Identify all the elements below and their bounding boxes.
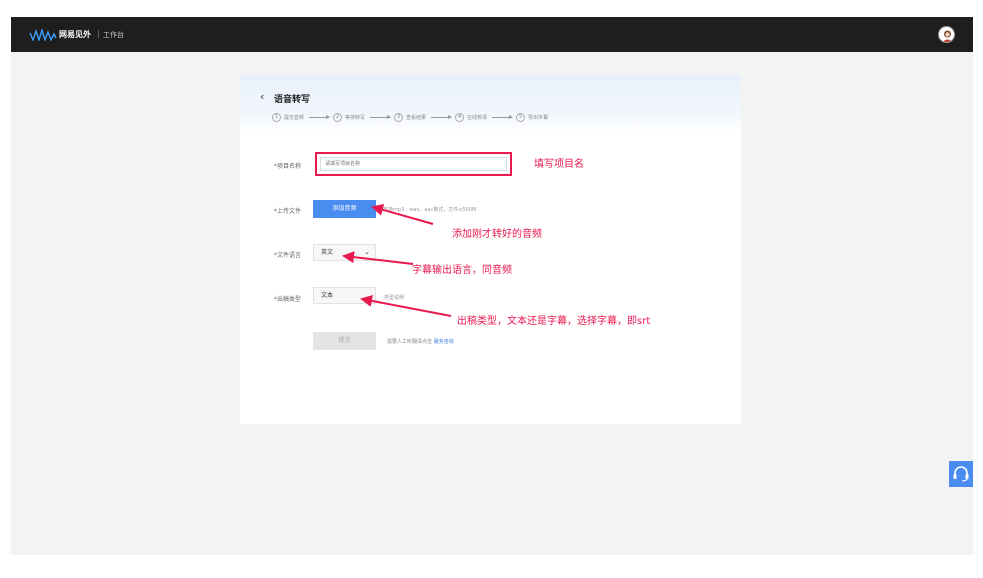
service-consult-link[interactable]: 服务咨询 xyxy=(434,339,454,345)
step-label: 查看结果 xyxy=(406,114,427,121)
page-title: 语音转写 xyxy=(274,95,311,105)
upload-file-label: *上传文件 xyxy=(274,208,302,215)
user-avatar[interactable] xyxy=(938,26,955,43)
project-name-label: *项目名称 xyxy=(274,163,302,170)
headset-icon xyxy=(953,466,969,482)
step-arrow-icon xyxy=(309,114,331,119)
top-bar: 网易见外 | 工作台 xyxy=(11,17,973,52)
type-description: 类型说明 xyxy=(384,295,405,301)
step-arrow-icon xyxy=(431,114,453,119)
submit-button[interactable]: 提交 xyxy=(313,332,376,350)
annotation-project: 填写项目名 xyxy=(534,159,584,170)
brand-separator: | xyxy=(97,29,100,38)
avatar-icon xyxy=(942,30,953,42)
file-language-label: *文件语言 xyxy=(274,252,302,259)
step-label: 导出字幕 xyxy=(528,114,549,121)
step-number: 4 xyxy=(455,112,465,122)
step-arrow-icon xyxy=(492,114,514,119)
output-type-label: *出稿类型 xyxy=(274,296,302,303)
brand-name[interactable]: 网易见外 xyxy=(59,29,91,40)
project-name-input[interactable] xyxy=(320,157,507,171)
annotation-language: 字幕输出语言，同音频 xyxy=(412,265,512,276)
step-item: 5 导出字幕 xyxy=(516,112,549,122)
progress-steps: 1 提交音频 2 等待转写 3 查看结果 4 在线校译 5 导出字幕 xyxy=(272,112,552,122)
app-frame: 网易见外 | 工作台 ‹ 语音转写 1 提交音频 2 等待转写 3 查看结果 4… xyxy=(11,17,973,555)
language-value: 英文 xyxy=(321,249,334,256)
submit-hint-text: 需要人工听翻译点击 xyxy=(387,339,433,345)
submit-hint: 需要人工听翻译点击 服务咨询 xyxy=(387,338,454,345)
output-type-value: 文本 xyxy=(321,292,334,299)
upload-hint: 支持mp3、wav、aac格式，文件≤500M xyxy=(383,207,477,213)
step-number: 2 xyxy=(333,112,343,122)
project-name-highlight xyxy=(315,152,512,176)
step-item: 4 在线校译 xyxy=(455,112,514,122)
step-arrow-icon xyxy=(370,114,392,119)
annotation-type: 出稿类型，文本还是字幕，选择字幕，即srt xyxy=(457,316,651,327)
step-number: 5 xyxy=(516,112,526,122)
step-item: 3 查看结果 xyxy=(394,112,453,122)
transcribe-card: ‹ 语音转写 1 提交音频 2 等待转写 3 查看结果 4 在线校译 5 导出字… xyxy=(240,75,741,424)
output-type-select[interactable]: 文本 xyxy=(313,287,376,304)
logo-wave-icon xyxy=(29,29,57,41)
step-label: 在线校译 xyxy=(467,114,488,121)
step-number: 3 xyxy=(394,112,404,122)
customer-support-button[interactable] xyxy=(949,461,973,487)
step-label: 等待转写 xyxy=(345,114,366,121)
back-chevron-icon[interactable]: ‹ xyxy=(260,91,270,103)
card-header xyxy=(240,75,741,133)
step-item: 1 提交音频 xyxy=(272,112,331,122)
annotation-upload: 添加刚才转好的音频 xyxy=(452,229,542,240)
workspace-label[interactable]: 工作台 xyxy=(103,30,124,40)
chevron-down-icon: ⌄ xyxy=(364,248,370,256)
add-audio-button[interactable]: 添加音频 xyxy=(313,200,376,218)
step-item: 2 等待转写 xyxy=(333,112,392,122)
step-number: 1 xyxy=(272,112,281,122)
language-select[interactable]: 英文 ⌄ xyxy=(313,244,376,261)
step-label: 提交音频 xyxy=(284,114,305,121)
